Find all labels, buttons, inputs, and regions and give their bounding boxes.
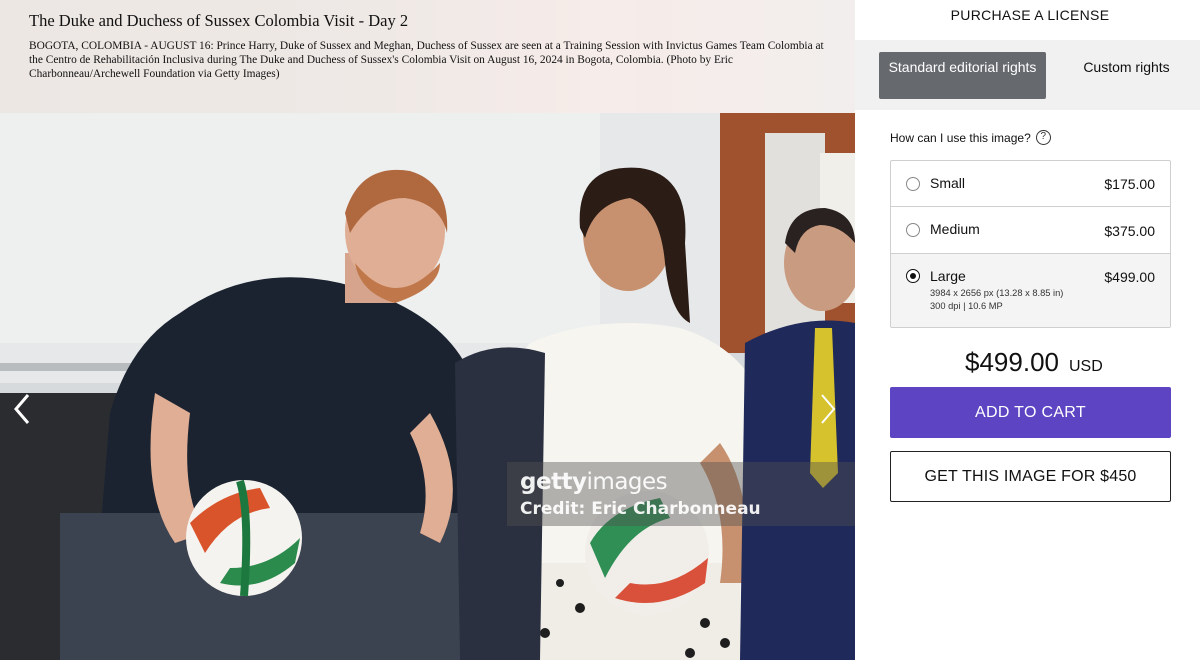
- getty-watermark: gettyimages Credit: Eric Charbonneau: [507, 462, 855, 526]
- tab-standard-editorial-rights[interactable]: Standard editorial rights: [879, 52, 1046, 99]
- radio-medium[interactable]: [906, 223, 920, 237]
- image-caption: BOGOTA, COLOMBIA - AUGUST 16: Prince Har…: [29, 40, 824, 80]
- size-detail-dimensions: 3984 x 2656 px (13.28 x 8.85 in): [930, 288, 1064, 298]
- size-detail-resolution: 300 dpi | 10.6 MP: [930, 301, 1003, 311]
- size-name-medium: Medium: [930, 221, 980, 237]
- tab-custom-rights[interactable]: Custom rights: [1060, 52, 1193, 99]
- size-price-small: $175.00: [1104, 176, 1155, 192]
- photo-illustration: [0, 113, 855, 660]
- usage-question-label: How can I use this image?: [890, 130, 1031, 145]
- total-price: $499.00 USD: [965, 347, 1103, 378]
- radio-small[interactable]: [906, 177, 920, 191]
- total-amount: $499.00: [965, 347, 1059, 377]
- watermark-credit: Credit: Eric Charbonneau: [520, 499, 761, 519]
- size-name-small: Small: [930, 175, 966, 191]
- size-name-large: Large: [930, 268, 966, 284]
- photo[interactable]: gettyimages Credit: Eric Charbonneau: [0, 113, 855, 660]
- get-image-offer-button[interactable]: GET THIS IMAGE FOR $450: [890, 451, 1171, 502]
- size-option-medium[interactable]: Medium $375.00: [891, 207, 1170, 254]
- size-price-medium: $375.00: [1104, 223, 1155, 239]
- purchase-panel: PURCHASE A LICENSE Standard editorial ri…: [855, 0, 1200, 660]
- purchase-heading: PURCHASE A LICENSE: [950, 7, 1110, 23]
- size-option-small[interactable]: Small $175.00: [891, 161, 1170, 207]
- image-title: The Duke and Duchess of Sussex Colombia …: [29, 11, 409, 30]
- rights-tabs: Standard editorial rights Custom rights: [855, 40, 1200, 110]
- image-header: The Duke and Duchess of Sussex Colombia …: [0, 0, 855, 113]
- size-options: Small $175.00 Medium $375.00 Large $499.…: [890, 160, 1171, 328]
- radio-large[interactable]: [906, 269, 920, 283]
- total-currency: USD: [1068, 358, 1103, 375]
- image-viewer: The Duke and Duchess of Sussex Colombia …: [0, 0, 855, 660]
- usage-question[interactable]: How can I use this image? ?: [890, 130, 1051, 145]
- size-option-large[interactable]: Large $499.00 3984 x 2656 px (13.28 x 8.…: [891, 254, 1170, 327]
- add-to-cart-button[interactable]: ADD TO CART: [890, 387, 1171, 438]
- chevron-left-icon[interactable]: [8, 392, 38, 426]
- question-circle-icon[interactable]: ?: [1035, 130, 1051, 145]
- size-price-large: $499.00: [1104, 269, 1155, 285]
- size-detail-large: 3984 x 2656 px (13.28 x 8.85 in) 300 dpi…: [930, 287, 1063, 313]
- watermark-logo: gettyimages: [520, 469, 668, 495]
- chevron-right-icon[interactable]: [812, 392, 842, 426]
